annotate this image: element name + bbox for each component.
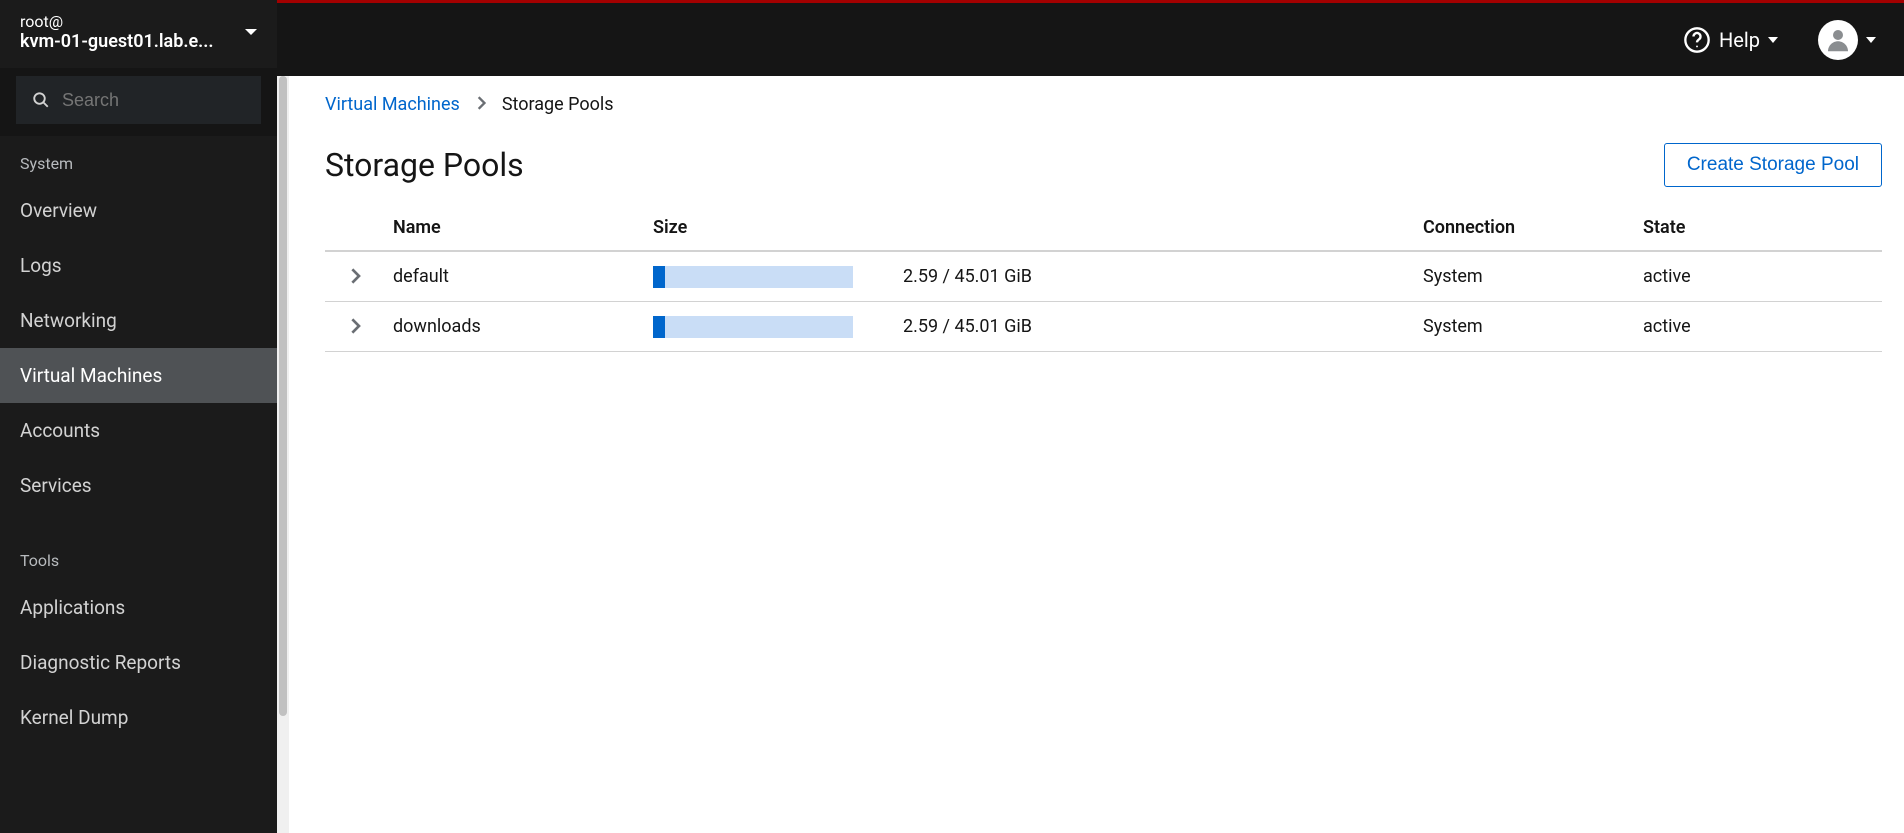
avatar — [1818, 20, 1858, 60]
nav-section-tools: Tools Applications Diagnostic Reports Ke… — [0, 533, 277, 745]
cell-size: 2.59 / 45.01 GiB — [895, 302, 1415, 352]
search-input-wrap[interactable] — [16, 76, 261, 124]
expand-row-button[interactable] — [343, 314, 367, 338]
caret-down-icon — [1866, 37, 1876, 43]
size-progress — [653, 316, 853, 338]
caret-down-icon — [245, 29, 257, 35]
expand-row-button[interactable] — [343, 264, 367, 288]
scrollbar-thumb[interactable] — [279, 76, 287, 716]
cell-connection: System — [1415, 251, 1635, 302]
help-icon — [1683, 26, 1711, 54]
col-header-name: Name — [385, 205, 645, 251]
cell-name: default — [385, 251, 645, 302]
sidebar-item-virtual-machines[interactable]: Virtual Machines — [0, 348, 277, 403]
sidebar-item-diagnostic-reports[interactable]: Diagnostic Reports — [0, 635, 277, 690]
cell-size: 2.59 / 45.01 GiB — [895, 251, 1415, 302]
host-switcher[interactable]: root@ kvm-01-guest01.lab.e... — [0, 0, 277, 68]
breadcrumb: Virtual Machines Storage Pools — [325, 94, 1882, 115]
cell-connection: System — [1415, 302, 1635, 352]
sidebar-item-networking[interactable]: Networking — [0, 293, 277, 348]
nav-section-label: System — [0, 136, 277, 183]
chevron-right-icon — [476, 94, 486, 115]
cell-state: active — [1635, 251, 1882, 302]
sidebar-item-kernel-dump[interactable]: Kernel Dump — [0, 690, 277, 745]
cell-name: downloads — [385, 302, 645, 352]
caret-down-icon — [1768, 37, 1778, 43]
table-row: default 2.59 / 45.01 GiBSystemactive — [325, 251, 1882, 302]
nav-section-system: System Overview Logs Networking Virtual … — [0, 136, 277, 513]
cell-state: active — [1635, 302, 1882, 352]
sidebar-item-overview[interactable]: Overview — [0, 183, 277, 238]
sidebar-item-services[interactable]: Services — [0, 458, 277, 513]
search-input[interactable] — [62, 90, 245, 111]
size-progress — [653, 266, 853, 288]
breadcrumb-link-virtual-machines[interactable]: Virtual Machines — [325, 94, 460, 115]
host-name: kvm-01-guest01.lab.e... — [20, 31, 214, 52]
col-header-state: State — [1635, 205, 1882, 251]
col-header-connection: Connection — [1415, 205, 1635, 251]
search-icon — [32, 91, 50, 109]
help-menu[interactable]: Help — [1671, 18, 1790, 62]
nav-section-label: Tools — [0, 533, 277, 580]
sidebar-item-logs[interactable]: Logs — [0, 238, 277, 293]
create-storage-pool-button[interactable]: Create Storage Pool — [1664, 143, 1882, 187]
page-title: Storage Pools — [325, 146, 524, 184]
scrollbar[interactable] — [277, 76, 289, 833]
table-row: downloads 2.59 / 45.01 GiBSystemactive — [325, 302, 1882, 352]
sidebar: root@ kvm-01-guest01.lab.e... System Ove… — [0, 0, 277, 833]
storage-pools-table: Name Size Connection State default 2.59 /… — [325, 205, 1882, 352]
sidebar-item-applications[interactable]: Applications — [0, 580, 277, 635]
user-menu[interactable] — [1806, 12, 1888, 68]
host-user: root@ — [20, 12, 214, 31]
breadcrumb-current: Storage Pools — [502, 94, 614, 115]
col-header-size: Size — [645, 205, 895, 251]
topbar: Help — [277, 0, 1904, 76]
help-label: Help — [1719, 28, 1760, 52]
sidebar-item-accounts[interactable]: Accounts — [0, 403, 277, 458]
